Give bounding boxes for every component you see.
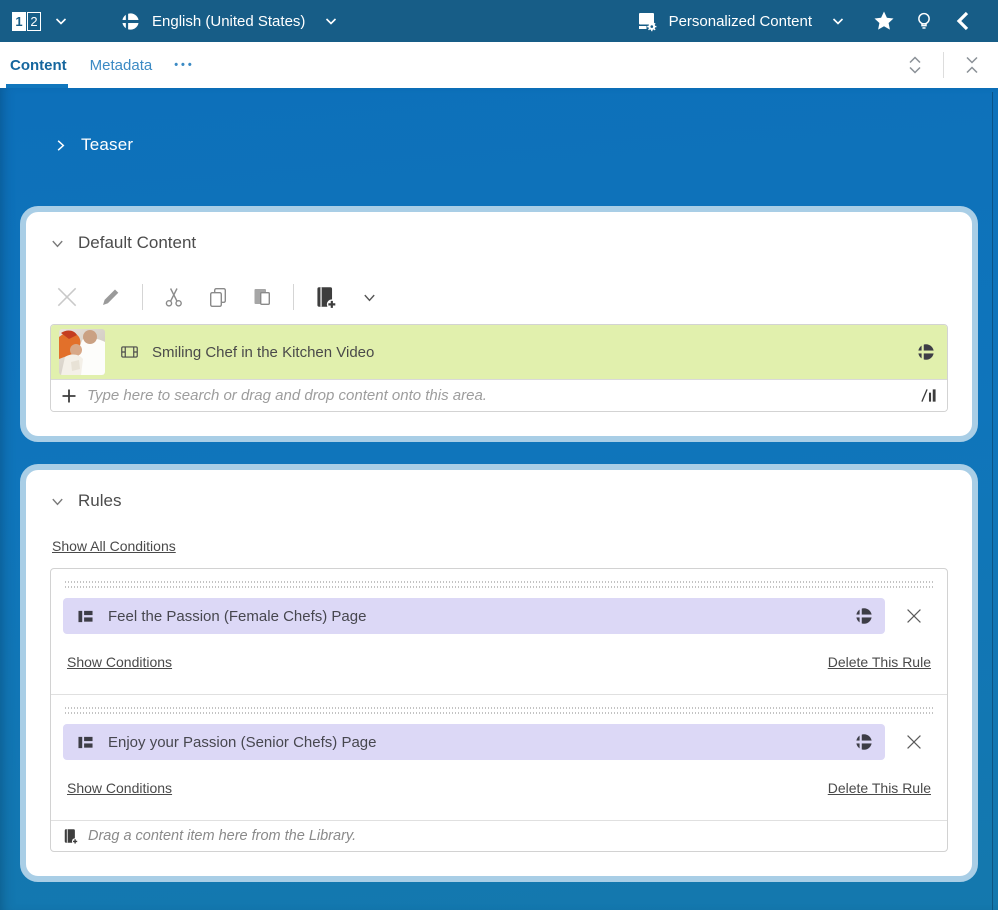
pencil-icon	[99, 285, 123, 309]
language-label: English (United States)	[152, 13, 305, 30]
scrollbar-track[interactable]	[992, 92, 993, 910]
default-content-header[interactable]: Default Content	[50, 230, 948, 256]
language-version-globe-icon[interactable]	[855, 607, 873, 625]
content-search-input[interactable]	[87, 387, 910, 404]
paste-button[interactable]	[249, 284, 275, 310]
toolbar-divider	[293, 284, 294, 310]
scissors-icon	[162, 285, 186, 309]
rule-drag-handle[interactable]	[65, 707, 933, 714]
copy-icon	[206, 285, 230, 309]
tips-button[interactable]	[904, 1, 944, 41]
default-content-toolbar	[54, 282, 944, 312]
remove-rule-item-button[interactable]	[899, 727, 929, 757]
default-content-title: Default Content	[78, 233, 196, 253]
content-item-thumbnail	[59, 329, 105, 375]
add-content-item-button[interactable]	[312, 284, 338, 310]
content-editor-canvas: Teaser Default Content	[0, 88, 998, 910]
page-layout-icon	[77, 735, 94, 750]
collapse-all-icon	[962, 52, 982, 78]
language-version-globe-icon[interactable]	[917, 343, 935, 361]
language-globe-icon	[121, 12, 140, 31]
rule-row: Feel the Passion (Female Chefs) Page	[63, 598, 935, 634]
page-layout-icon	[77, 609, 94, 624]
chevron-right-icon	[53, 138, 68, 153]
tabbar-divider	[943, 52, 944, 78]
tab-more-menu[interactable]: •••	[174, 59, 195, 71]
tab-metadata[interactable]: Metadata	[90, 57, 153, 74]
personalized-content-icon	[635, 9, 659, 33]
rule-block: Enjoy your Passion (Senior Chefs) Page	[51, 695, 947, 821]
add-content-menu-button[interactable]	[356, 284, 382, 310]
chevron-down-icon	[50, 236, 65, 251]
rule-item-title: Enjoy your Passion (Senior Chefs) Page	[108, 734, 855, 751]
language-chevron-down-icon	[323, 13, 339, 29]
chevron-down-icon	[362, 290, 377, 305]
lightbulb-icon	[913, 10, 935, 32]
teaser-section-title: Teaser	[81, 135, 133, 155]
cut-button[interactable]	[161, 284, 187, 310]
chevron-down-icon	[50, 494, 65, 509]
rule-content-item[interactable]: Enjoy your Passion (Senior Chefs) Page	[63, 724, 885, 760]
remove-rule-item-button[interactable]	[899, 601, 929, 631]
show-conditions-link[interactable]: Show Conditions	[67, 654, 172, 670]
default-content-list: Smiling Chef in the Kitchen Video	[50, 324, 948, 412]
content-search-row	[51, 379, 947, 411]
version-selector[interactable]: 1 2	[12, 12, 41, 31]
section-teaser[interactable]: Teaser	[0, 88, 998, 160]
rules-title: Rules	[78, 491, 121, 511]
copy-button[interactable]	[205, 284, 231, 310]
remove-button[interactable]	[54, 284, 80, 310]
language-version-globe-icon[interactable]	[855, 733, 873, 751]
rule-block: Feel the Passion (Female Chefs) Page	[51, 569, 947, 695]
remove-x-icon	[54, 284, 80, 310]
content-item-title: Smiling Chef in the Kitchen Video	[152, 344, 917, 361]
rule-drop-hint: Drag a content item here from the Librar…	[88, 828, 356, 844]
top-bar: 1 2 English (United States)	[0, 0, 998, 42]
delete-rule-link[interactable]: Delete This Rule	[828, 780, 931, 796]
expand-all-icon	[905, 52, 925, 78]
rule-drop-zone[interactable]: Drag a content item here from the Librar…	[51, 821, 947, 851]
search-library-icon[interactable]	[920, 387, 937, 404]
rule-item-title: Feel the Passion (Female Chefs) Page	[108, 608, 855, 625]
language-selector[interactable]: English (United States)	[121, 12, 339, 31]
version-chevron-down-icon[interactable]	[53, 13, 69, 29]
editor-tab-bar: Content Metadata •••	[0, 42, 998, 88]
content-item-add-icon	[312, 284, 338, 310]
edit-button[interactable]	[98, 284, 124, 310]
chevron-left-icon	[954, 10, 974, 32]
x-icon	[903, 605, 925, 627]
star-icon	[872, 9, 896, 33]
content-item-add-icon	[61, 827, 79, 845]
rule-row: Enjoy your Passion (Senior Chefs) Page	[63, 724, 935, 760]
personalization-mode-selector[interactable]: Personalized Content	[635, 9, 846, 33]
show-conditions-link[interactable]: Show Conditions	[67, 780, 172, 796]
plus-icon[interactable]	[61, 388, 77, 404]
toolbar-divider	[142, 284, 143, 310]
personalization-mode-label: Personalized Content	[669, 13, 812, 30]
expand-all-button[interactable]	[895, 45, 935, 85]
video-film-icon	[121, 345, 138, 359]
content-item-row[interactable]: Smiling Chef in the Kitchen Video	[51, 325, 947, 379]
version-next[interactable]: 2	[27, 12, 41, 31]
collapse-panel-button[interactable]	[944, 1, 984, 41]
paste-icon	[250, 285, 274, 309]
rules-panel: Rules Show All Conditions Fe	[20, 464, 978, 882]
version-current[interactable]: 1	[12, 12, 26, 31]
rule-drag-handle[interactable]	[65, 581, 933, 588]
rules-header[interactable]: Rules	[50, 488, 948, 514]
collapse-all-button[interactable]	[952, 45, 992, 85]
delete-rule-link[interactable]: Delete This Rule	[828, 654, 931, 670]
mode-chevron-down-icon	[830, 13, 846, 29]
rules-list: Feel the Passion (Female Chefs) Page	[50, 568, 948, 852]
default-content-panel: Default Content	[20, 206, 978, 442]
tab-content[interactable]: Content	[10, 57, 67, 74]
show-all-conditions-link[interactable]: Show All Conditions	[52, 538, 176, 554]
x-icon	[903, 731, 925, 753]
favorite-button[interactable]	[864, 1, 904, 41]
rule-content-item[interactable]: Feel the Passion (Female Chefs) Page	[63, 598, 885, 634]
